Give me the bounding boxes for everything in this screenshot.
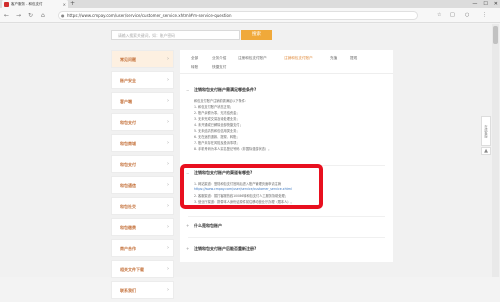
sidebar-item-label: 常见问题 bbox=[120, 57, 136, 62]
new-tab-button[interactable]: + bbox=[70, 0, 75, 8]
faq-line: 5. 无未结清的和包信用类业务； bbox=[194, 129, 240, 133]
faq-line: 3. 无未完成交易及待处理业务； bbox=[194, 117, 240, 121]
sidebar-item-label: 客户端 bbox=[120, 99, 132, 104]
subnav-recharge[interactable]: 充值 bbox=[330, 56, 337, 61]
sidebar-item-merchant[interactable]: 商户合作 › bbox=[111, 239, 174, 257]
sidebar-item-faq[interactable]: 常见问题 › bbox=[111, 50, 174, 68]
faq-line: 4. 未开通或已解除全部快捷支付； bbox=[194, 123, 243, 127]
menu-icon[interactable]: ⋮ bbox=[482, 12, 487, 18]
sidebar-item-client[interactable]: 客户端 › bbox=[111, 92, 174, 110]
window-controls: — ☐ ✕ bbox=[472, 0, 498, 8]
sidebar-item-mall[interactable]: 和包商城 › bbox=[111, 134, 174, 152]
sidebar-item-label: 和包商城 bbox=[120, 141, 136, 146]
sidebar-item-payment[interactable]: 和包支付 › bbox=[111, 113, 174, 131]
address-bar-row: ← → ↻ ⌂ ● https://www.cmpay.com/user/ser… bbox=[0, 8, 500, 23]
sidebar-item-label: 商户合作 bbox=[120, 246, 136, 251]
chevron-right-icon: › bbox=[167, 119, 169, 125]
extensions-icon[interactable]: □ bbox=[450, 12, 455, 18]
faq-line: 6. 无在途的退款、提现、转账； bbox=[194, 135, 240, 139]
sidebar-item-label: 和包社交 bbox=[120, 204, 136, 209]
chevron-right-icon: › bbox=[167, 140, 169, 146]
faq-line: 7. 账户未存在风险及投诉事项； bbox=[194, 141, 240, 145]
sidebar-item-bill-pay[interactable]: 和包缴费 › bbox=[111, 218, 174, 236]
expand-icon[interactable]: + bbox=[186, 223, 189, 228]
sidebar-item-account-security[interactable]: 账户安全 › bbox=[111, 71, 174, 89]
sidebar-item-social[interactable]: 和包社交 › bbox=[111, 197, 174, 215]
chevron-right-icon: › bbox=[167, 161, 169, 167]
url-text: https://www.cmpay.com/user/service/custo… bbox=[67, 13, 232, 18]
chevron-right-icon: › bbox=[167, 245, 169, 251]
chevron-right-icon: › bbox=[167, 266, 169, 272]
sidebar-item-downloads[interactable]: 相关文件下载 › bbox=[111, 260, 174, 278]
sidebar-item-label: 和包支付 bbox=[120, 162, 136, 167]
collapse-icon[interactable]: − bbox=[186, 88, 189, 93]
sidebar-item-contact[interactable]: 联系我们 › bbox=[111, 281, 174, 299]
chevron-right-icon: › bbox=[167, 56, 169, 62]
bookmark-star-icon[interactable]: ☆ bbox=[437, 12, 441, 18]
scrollbar-track[interactable] bbox=[492, 24, 499, 277]
sidebar-item-label: 相关文件下载 bbox=[120, 267, 144, 272]
expand-icon[interactable]: + bbox=[186, 246, 189, 251]
scrollbar-thumb[interactable] bbox=[493, 26, 498, 44]
minimize-icon[interactable]: — bbox=[472, 0, 477, 8]
maximize-icon[interactable]: ☐ bbox=[483, 0, 487, 8]
tab-title: 客户服务 - 和包支付 bbox=[11, 1, 43, 6]
faq-title[interactable]: 注销和包支付账户需满足哪些条件? bbox=[194, 87, 256, 93]
search-input[interactable]: 请输入搜索关键词，如：账户密码 bbox=[111, 30, 240, 40]
subnav-quickpay[interactable]: 快捷支付 bbox=[212, 65, 226, 70]
sidebar-item-telecom[interactable]: 和包通信 › bbox=[111, 176, 174, 194]
sidebar-item-label: 和包通信 bbox=[120, 183, 136, 188]
search-button[interactable]: 搜索 bbox=[241, 30, 272, 40]
chevron-right-icon: › bbox=[167, 224, 169, 230]
back-to-top-icon[interactable]: ▲ bbox=[481, 147, 491, 155]
sub-navigation: 全部 业务介绍 注册和包支付账户 注销和包支付账户 充值 提现 转账 快捷支付 bbox=[180, 50, 393, 74]
url-field[interactable]: ● https://www.cmpay.com/user/service/cus… bbox=[58, 11, 418, 20]
subnav-cancel[interactable]: 注销和包支付账户 bbox=[284, 56, 313, 61]
close-window-icon[interactable]: ✕ bbox=[494, 0, 498, 8]
home-icon[interactable]: ⌂ bbox=[41, 12, 45, 19]
faq-divider bbox=[188, 237, 385, 238]
faq-line: 和包支付账户注销前需满足以下条件： bbox=[194, 99, 249, 103]
profile-icon[interactable]: ○ bbox=[465, 12, 469, 18]
subnav-transfer[interactable]: 转账 bbox=[191, 65, 198, 70]
faq-title[interactable]: 注销和包支付账户后能否重新注册? bbox=[194, 246, 256, 252]
sidebar-item-label: 联系我们 bbox=[120, 288, 136, 293]
forward-icon[interactable]: → bbox=[16, 12, 21, 19]
subnav-withdraw[interactable]: 提现 bbox=[350, 56, 357, 61]
sidebar: 常见问题 › 账户安全 › 客户端 › 和包支付 › 和包商城 › 和包支付 › 和包通信 ›… bbox=[111, 50, 174, 302]
sidebar-item-payment-2[interactable]: 和包支付 › bbox=[111, 155, 174, 173]
chevron-right-icon: › bbox=[167, 203, 169, 209]
faq-title[interactable]: 什么是和包账户 bbox=[194, 223, 222, 229]
sidebar-item-label: 账户安全 bbox=[120, 78, 136, 83]
back-icon[interactable]: ← bbox=[4, 12, 9, 19]
subnav-intro[interactable]: 业务介绍 bbox=[212, 56, 226, 61]
faq-line: 8. 手机号码为本人实名登记号码（非国际漫游状态）。 bbox=[194, 147, 272, 151]
online-service-button[interactable]: 在线客服 bbox=[481, 116, 491, 146]
tab-close-icon[interactable]: × bbox=[63, 2, 66, 7]
chevron-right-icon: › bbox=[167, 98, 169, 104]
chevron-right-icon: › bbox=[167, 77, 169, 83]
chevron-right-icon: › bbox=[167, 287, 169, 293]
sidebar-item-label: 和包支付 bbox=[120, 120, 136, 125]
browser-tab-bar: 客户服务 - 和包支付 × + — ☐ ✕ bbox=[0, 0, 500, 8]
subnav-register[interactable]: 注册和包支付账户 bbox=[238, 56, 267, 61]
reload-icon[interactable]: ↻ bbox=[28, 12, 33, 19]
chevron-right-icon: › bbox=[167, 182, 169, 188]
lock-icon: ● bbox=[61, 13, 65, 18]
browser-tab[interactable]: 客户服务 - 和包支付 × bbox=[2, 0, 68, 8]
site-favicon-icon bbox=[4, 1, 9, 7]
faq-line: 2. 账户余额为零，无冻结资金； bbox=[194, 111, 240, 115]
faq-line: 1. 和包支付账户状态正常； bbox=[194, 105, 234, 109]
highlight-annotation bbox=[180, 164, 323, 209]
sidebar-item-label: 和包缴费 bbox=[120, 225, 136, 230]
main-content: 全部 业务介绍 注册和包支付账户 注销和包支付账户 充值 提现 转账 快捷支付 … bbox=[180, 50, 393, 262]
subnav-all[interactable]: 全部 bbox=[191, 56, 198, 61]
faq-divider bbox=[188, 216, 385, 217]
